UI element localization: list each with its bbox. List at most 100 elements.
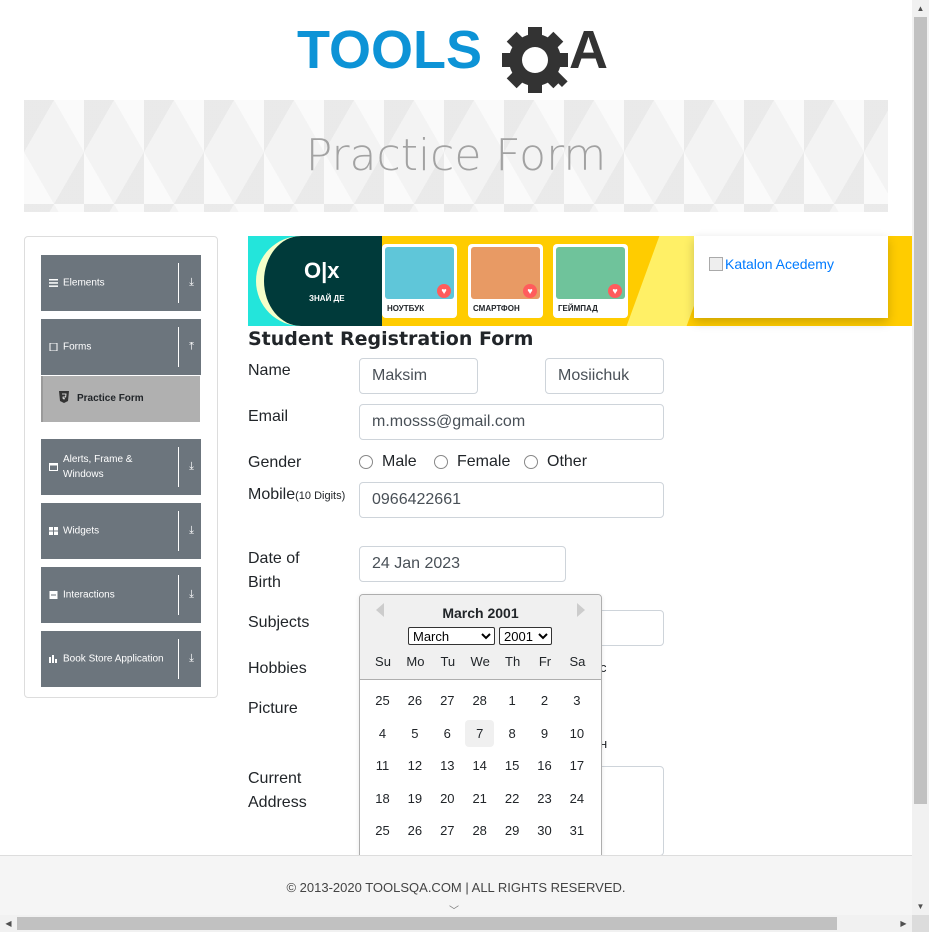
name-label: Name (248, 362, 291, 379)
katalon-broken-image[interactable]: Katalon Acedemy (709, 256, 834, 272)
calendar-day[interactable]: 25 (368, 817, 397, 844)
grid-icon (49, 527, 58, 535)
sidebar-group-label: Elements (63, 277, 105, 289)
sidebar-group-interactions[interactable]: Interactions ⤓ (41, 567, 201, 623)
calendar-day[interactable]: 14 (465, 752, 494, 779)
expand-icon[interactable]: ⤓ (189, 589, 194, 602)
gender-radio-other[interactable]: Other (524, 454, 587, 470)
vertical-scroll-thumb[interactable] (914, 17, 927, 804)
calendar-day[interactable]: 29 (498, 817, 527, 844)
sidebar-group-label: Book Store Application (63, 653, 164, 665)
sidebar-group-elements[interactable]: Elements ⤓ (41, 255, 201, 311)
datepicker-popup: March 2001 March 2001 Su Mo Tu We Th Fr Sa 25 2… (359, 594, 602, 888)
calendar-day[interactable]: 1 (498, 687, 527, 714)
calendar-day[interactable]: 5 (400, 720, 429, 747)
weekday-label: Fr (538, 654, 552, 669)
last-name-input[interactable]: Mosiichuk (545, 358, 664, 394)
calendar-day[interactable]: 11 (368, 752, 397, 779)
calendar-day[interactable]: 18 (368, 785, 397, 812)
gender-radio-male[interactable]: Male (359, 454, 417, 470)
calendar-day[interactable]: 17 (562, 752, 591, 779)
horizontal-scrollbar[interactable]: ◀ ▶ (0, 915, 912, 932)
calendar-day[interactable]: 6 (433, 720, 462, 747)
expand-icon[interactable]: ⤓ (189, 525, 194, 538)
sidebar-group-alerts[interactable]: Alerts, Frame & Windows ⤓ (41, 439, 201, 495)
calendar-day[interactable]: 26 (400, 817, 429, 844)
calendar-day[interactable]: 12 (400, 752, 429, 779)
calendar-day[interactable]: 27 (433, 687, 462, 714)
weekday-label: Su (375, 654, 391, 669)
html5-icon (59, 391, 69, 403)
calendar-day[interactable]: 28 (465, 817, 494, 844)
calendar-day[interactable]: 2 (530, 687, 559, 714)
email-input[interactable]: m.mosss@gmail.com (359, 404, 664, 440)
datepicker-header: March 2001 March 2001 Su Mo Tu We Th Fr Sa (360, 595, 601, 680)
page-banner: Practice Form (24, 100, 888, 212)
calendar-day[interactable]: 30 (530, 817, 559, 844)
radio-circle[interactable] (434, 455, 448, 469)
expand-icon[interactable]: ⤓ (189, 277, 194, 290)
scroll-right-icon[interactable]: ▶ (895, 915, 912, 932)
mobile-hint: (10 Digits) (295, 490, 346, 502)
expand-icon[interactable]: ⤓ (189, 653, 194, 666)
scroll-left-icon[interactable]: ◀ (0, 915, 17, 932)
calendar-day[interactable]: 22 (498, 785, 527, 812)
square-icon (49, 591, 58, 599)
calendar-day[interactable]: 27 (433, 817, 462, 844)
calendar-day[interactable]: 28 (465, 687, 494, 714)
logo-text-tools: TOOLS (297, 20, 482, 80)
ad-product-card[interactable]: ♥ ГЕЙМПАД (553, 244, 628, 318)
sidebar-group-widgets[interactable]: Widgets ⤓ (41, 503, 201, 559)
ad-product-card[interactable]: ♥ СМАРТФОН (468, 244, 543, 318)
sidebar-item-practice-form[interactable]: Practice Form (41, 376, 200, 422)
sidebar-group-forms[interactable]: Forms ⤒ (41, 319, 201, 375)
gear-icon (502, 27, 568, 93)
calendar-day[interactable]: 21 (465, 785, 494, 812)
gender-radio-female[interactable]: Female (434, 454, 510, 470)
calendar-day[interactable]: 26 (400, 687, 429, 714)
mobile-label: Mobile(10 Digits) (248, 483, 348, 508)
heart-icon: ♥ (608, 284, 622, 298)
calendar-day[interactable]: 8 (498, 720, 527, 747)
calendar-day[interactable]: 15 (498, 752, 527, 779)
picture-label: Picture (248, 700, 298, 717)
calendar-day[interactable]: 20 (433, 785, 462, 812)
weekday-label: We (470, 654, 490, 669)
calendar-day[interactable]: 25 (368, 687, 397, 714)
year-select[interactable]: 2001 (499, 627, 552, 645)
calendar-day[interactable]: 16 (530, 752, 559, 779)
sidebar-group-book-store[interactable]: Book Store Application ⤓ (41, 631, 201, 687)
horizontal-scroll-thumb[interactable] (17, 917, 837, 930)
calendar-day[interactable]: 24 (562, 785, 591, 812)
expand-icon[interactable]: ⤓ (189, 461, 194, 474)
sidebar-group-label: Forms (63, 341, 92, 353)
ad-product-card[interactable]: ♥ НОУТБУК (382, 244, 457, 318)
calendar-day[interactable]: 31 (562, 817, 591, 844)
heart-icon: ♥ (437, 284, 451, 298)
collapse-icon[interactable]: ⤒ (189, 341, 194, 354)
radio-circle[interactable] (359, 455, 373, 469)
scroll-up-icon[interactable]: ▲ (912, 0, 929, 17)
form-title: Student Registration Form (248, 328, 534, 350)
katalon-ad[interactable]: Katalon Acedemy (694, 236, 888, 318)
calendar-day[interactable]: 10 (562, 720, 591, 747)
calendar-day[interactable]: 19 (400, 785, 429, 812)
page-footer: © 2013-2020 TOOLSQA.COM | ALL RIGHTS RES… (0, 855, 912, 917)
first-name-input[interactable]: Maksim (359, 358, 478, 394)
calendar-day[interactable]: 23 (530, 785, 559, 812)
month-select[interactable]: March (408, 627, 495, 645)
toolsqa-logo[interactable]: TOOLS A (297, 14, 627, 94)
mobile-input[interactable]: 0966422661 (359, 482, 664, 518)
calendar-day[interactable]: 13 (433, 752, 462, 779)
calendar-day[interactable]: 7 (465, 719, 495, 747)
olx-slogan: ЗНАЙ ДЕ (309, 294, 345, 303)
calendar-day[interactable]: 3 (562, 687, 591, 714)
calendar-day[interactable]: 9 (530, 720, 559, 747)
dob-input[interactable]: 24 Jan 2023 (359, 546, 566, 582)
radio-circle[interactable] (524, 455, 538, 469)
vertical-scrollbar[interactable]: ▲ ▼ (912, 0, 929, 915)
scrollbar-corner (912, 915, 929, 932)
calendar-day[interactable]: 4 (368, 720, 397, 747)
scroll-down-icon[interactable]: ▼ (912, 898, 929, 915)
doc-icon (49, 343, 58, 351)
